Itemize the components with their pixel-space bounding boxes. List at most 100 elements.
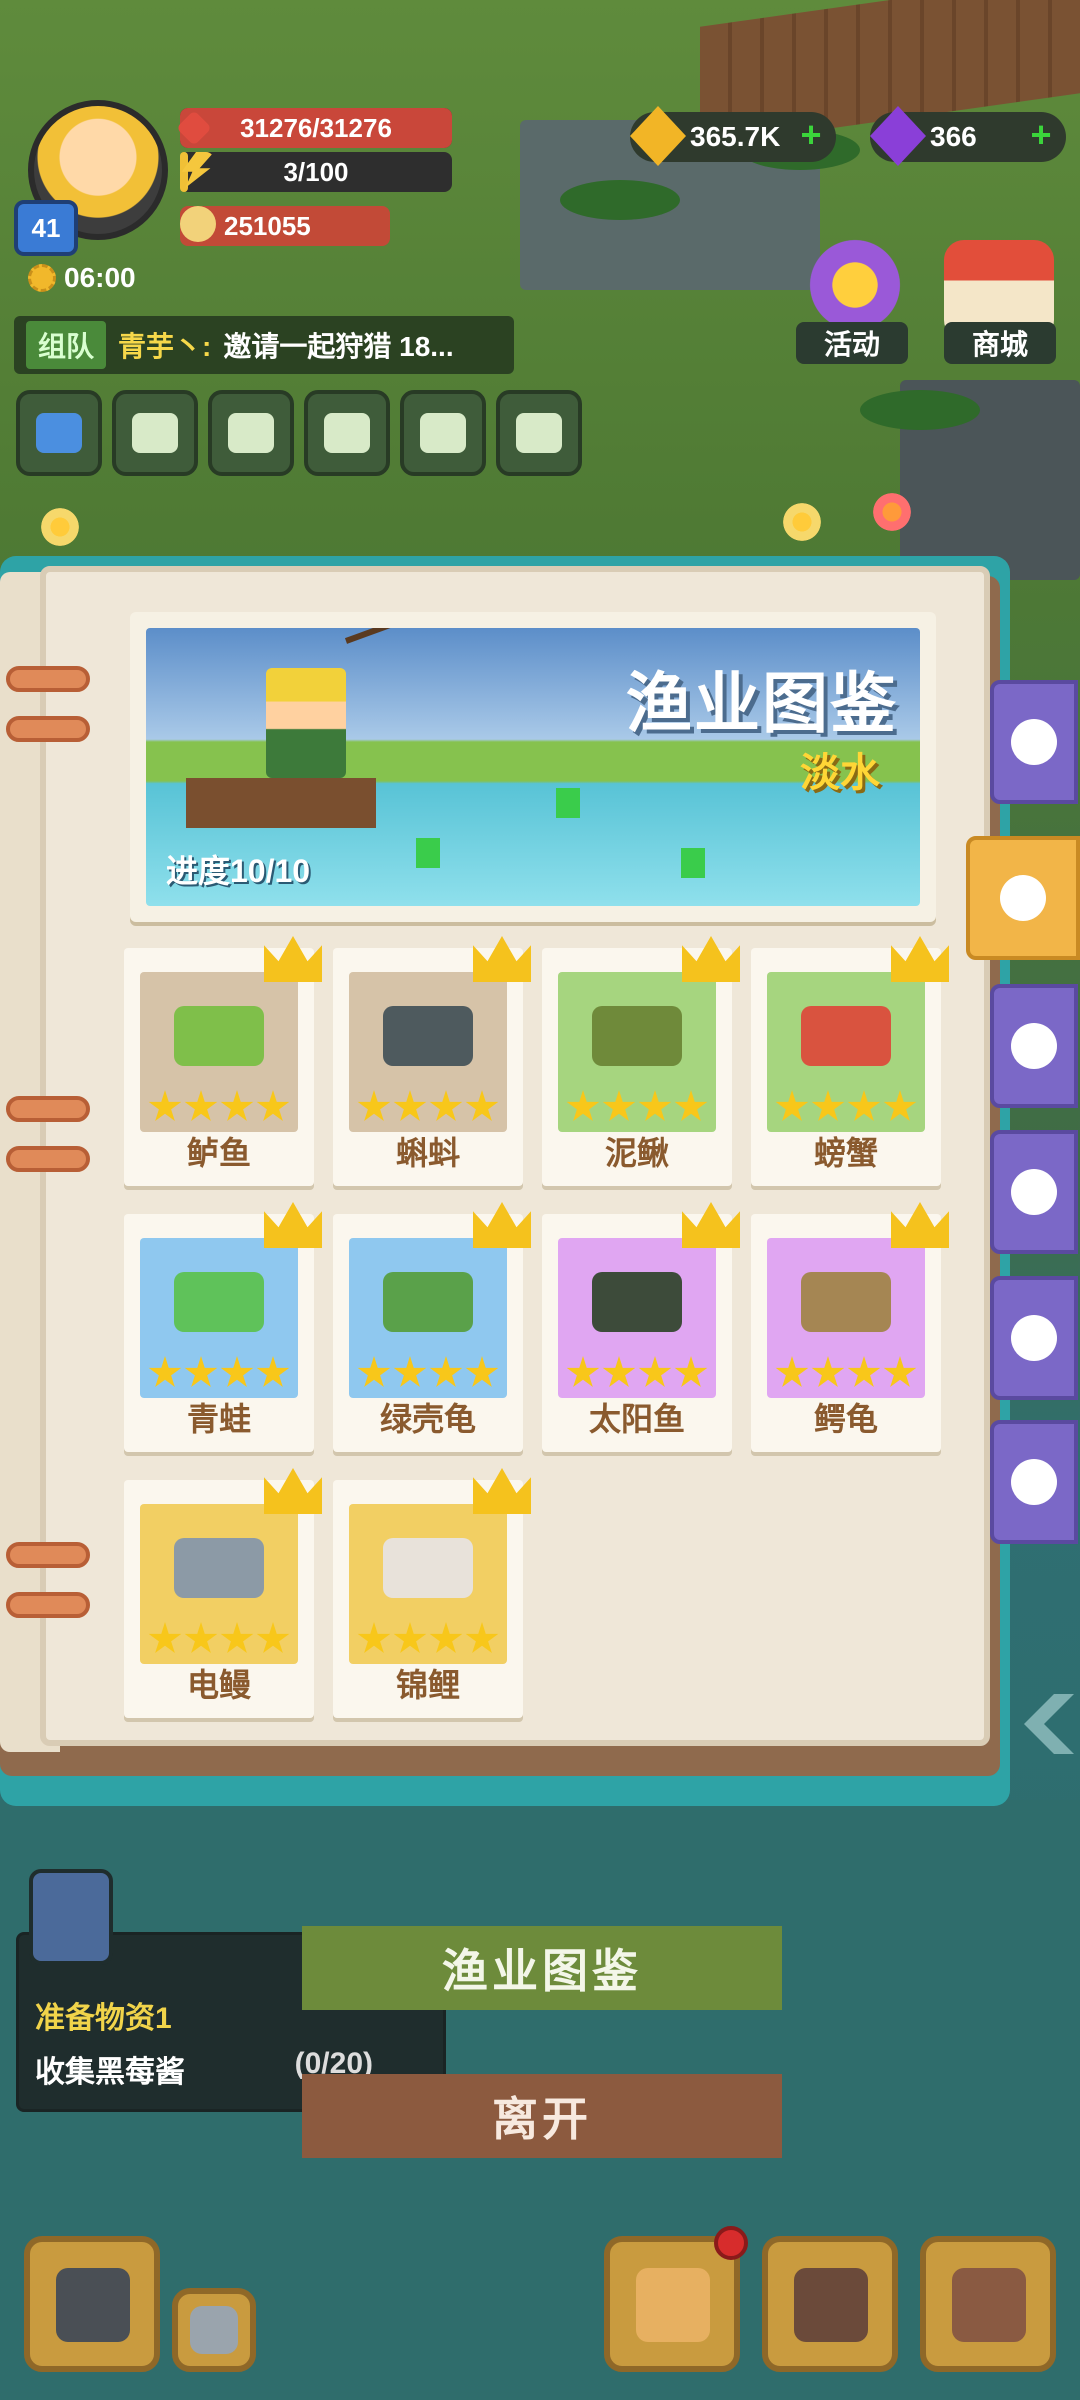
star-icon <box>220 1622 254 1653</box>
star-icon <box>393 1090 427 1121</box>
star-icon <box>883 1090 917 1121</box>
creature-name: 蝌蚪 <box>395 1135 460 1171</box>
exp-bar: 3/100 <box>180 152 452 192</box>
fish-hook-icon <box>1011 719 1057 765</box>
creature-name: 太阳鱼 <box>588 1401 685 1437</box>
id-card-button[interactable] <box>496 390 582 476</box>
star-icon <box>847 1090 881 1121</box>
creature-card[interactable]: 鳄龟 <box>751 1202 949 1452</box>
build-hammer-button[interactable] <box>24 2236 160 2372</box>
add-gem-icon[interactable]: + <box>1026 117 1056 153</box>
category-tab[interactable] <box>990 1130 1078 1254</box>
event-button[interactable]: 活动 <box>796 322 908 364</box>
store-label: 商城 <box>971 329 1028 360</box>
backpack-button[interactable] <box>920 2236 1056 2372</box>
category-tab[interactable] <box>990 984 1078 1108</box>
category-tab[interactable] <box>990 680 1078 804</box>
category-tab[interactable] <box>966 836 1080 960</box>
bobber <box>556 788 580 818</box>
flower <box>38 505 82 549</box>
star-icon <box>674 1090 708 1121</box>
gem-counter: 366 + <box>870 106 1066 166</box>
chat-sender: 青芋丶: <box>118 331 212 362</box>
add-gold-icon[interactable]: + <box>796 117 826 153</box>
star-rating <box>357 1356 499 1390</box>
camera-icon <box>190 2306 238 2354</box>
chat-channel-tag: 组队 <box>26 321 107 369</box>
dock-illustration <box>186 778 376 828</box>
star-icon <box>811 1090 845 1121</box>
quest-title: 准备物资1 <box>35 2002 172 2035</box>
star-icon <box>184 1356 218 1387</box>
star-rating <box>566 1090 708 1124</box>
star-icon <box>465 1090 499 1121</box>
game-clock: 06:00 <box>28 262 136 294</box>
creature-name: 螃蟹 <box>813 1135 878 1171</box>
bobber <box>681 848 705 878</box>
flame-icon <box>1011 1459 1057 1505</box>
chat-bar[interactable]: 组队 青芋丶: 邀请一起狩猎 18... <box>14 316 514 374</box>
category-tab[interactable] <box>990 1420 1078 1544</box>
gold-counter: 365.7K + <box>630 106 836 166</box>
star-icon <box>220 1090 254 1121</box>
star-icon <box>256 1356 290 1387</box>
star-icon <box>465 1356 499 1387</box>
leave-label: 离开 <box>492 2093 592 2145</box>
category-tab[interactable] <box>990 1276 1078 1400</box>
hp-value: 31276/31276 <box>240 112 392 143</box>
gold-amount: 365.7K <box>690 121 781 152</box>
friends-button[interactable] <box>208 390 294 476</box>
star-rating <box>357 1090 499 1124</box>
star-rating <box>357 1622 499 1656</box>
creature-card[interactable]: 锦鲤 <box>333 1468 531 1718</box>
octopus-icon <box>1011 1169 1057 1215</box>
leave-button[interactable]: 离开 <box>342 2074 742 2158</box>
star-icon <box>429 1622 463 1653</box>
creature-portrait <box>140 1238 298 1398</box>
creature-portrait <box>349 1238 507 1398</box>
creature-sprite <box>174 1538 264 1598</box>
clock-time: 06:00 <box>64 262 136 293</box>
star-icon <box>184 1090 218 1121</box>
creature-sprite <box>174 1006 264 1066</box>
creature-sprite <box>383 1538 473 1598</box>
level-badge: 41 <box>14 200 78 256</box>
chat-button[interactable] <box>304 390 390 476</box>
map-button[interactable] <box>400 390 486 476</box>
creature-card[interactable]: 电鳗 <box>124 1468 322 1718</box>
star-icon <box>148 1090 182 1121</box>
quest-description: 收集黑莓酱 <box>35 2056 185 2089</box>
creature-portrait <box>558 972 716 1132</box>
creature-card[interactable]: 蝌蚪 <box>333 936 531 1186</box>
fishery-guide-button[interactable]: 渔业图鉴 <box>342 1926 742 2010</box>
star-icon <box>256 1090 290 1121</box>
creature-card[interactable]: 螃蟹 <box>751 936 949 1186</box>
pets-button[interactable] <box>762 2236 898 2372</box>
star-icon <box>775 1090 809 1121</box>
creature-portrait <box>140 1504 298 1664</box>
creature-card[interactable]: 青蛙 <box>124 1202 322 1452</box>
character-icon <box>636 2268 710 2342</box>
conch-shell-icon <box>1000 875 1046 921</box>
creature-portrait <box>349 972 507 1132</box>
store-button[interactable]: 商城 <box>944 322 1056 364</box>
flower <box>870 490 914 534</box>
notification-dot <box>714 2226 748 2260</box>
star-icon <box>148 1356 182 1387</box>
creature-card[interactable]: 绿壳龟 <box>333 1202 531 1452</box>
creature-card[interactable]: 泥鳅 <box>542 936 740 1186</box>
creature-card[interactable]: 太阳鱼 <box>542 1202 740 1452</box>
camera-button[interactable] <box>172 2288 256 2372</box>
star-icon <box>256 1622 290 1653</box>
event-icon[interactable] <box>800 235 910 335</box>
quest-book-button[interactable] <box>112 390 198 476</box>
star-icon <box>429 1356 463 1387</box>
star-rating <box>148 1356 290 1390</box>
creature-name: 锦鲤 <box>395 1667 460 1703</box>
star-icon <box>775 1356 809 1387</box>
star-icon <box>357 1356 391 1387</box>
gamepad-button[interactable] <box>16 390 102 476</box>
star-icon <box>148 1622 182 1653</box>
creature-card[interactable]: 鲈鱼 <box>124 936 322 1186</box>
binder-ring <box>6 1146 90 1172</box>
